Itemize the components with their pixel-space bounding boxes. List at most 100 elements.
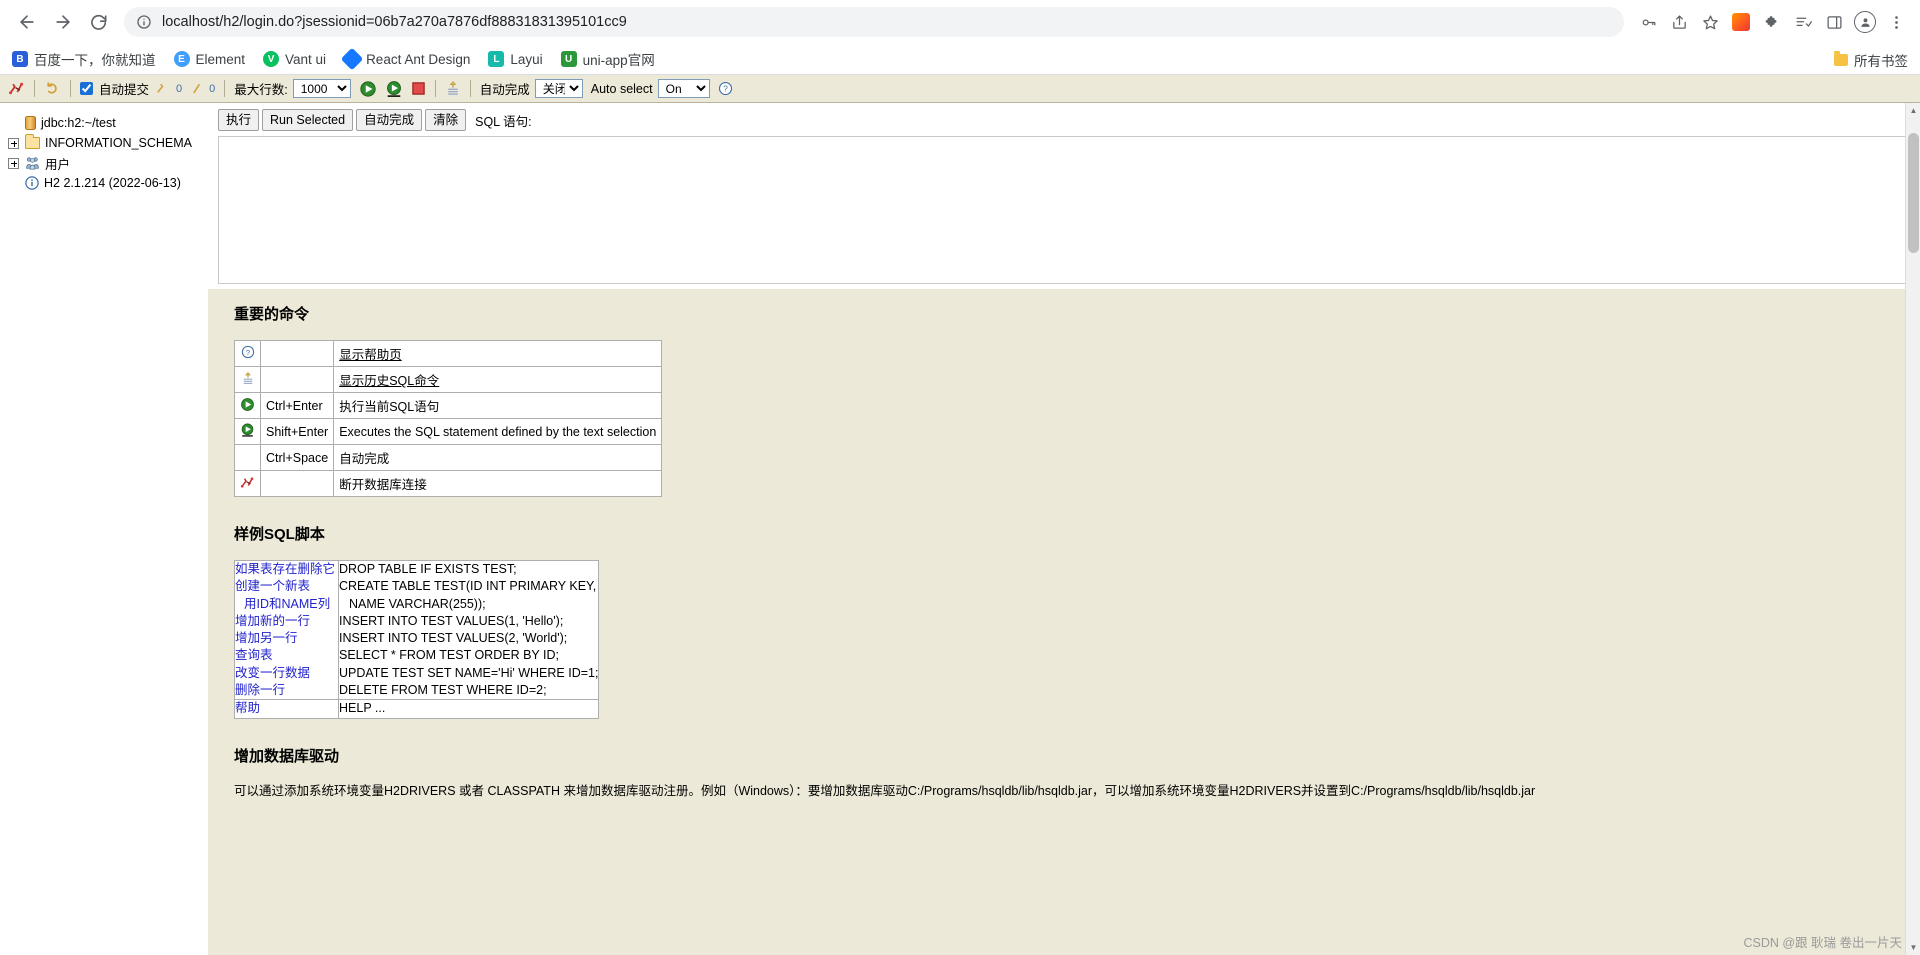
all-bookmarks-button[interactable]: 所有书签 [1834, 44, 1908, 75]
script-sql-line: DELETE FROM TEST WHERE ID=2; [339, 683, 547, 698]
command-desc-cell: Executes the SQL statement defined by th… [333, 418, 663, 445]
scroll-up-icon[interactable]: ▲ [1906, 103, 1920, 118]
rollback-button[interactable]: 0 [189, 81, 215, 97]
table-row: Ctrl+Space 自动完成 [234, 444, 663, 471]
bookmark-item[interactable]: U uni-app官网 [560, 49, 655, 69]
puzzle-icon[interactable] [1758, 8, 1786, 36]
autocommit-input[interactable] [80, 82, 93, 95]
script-comment: 增加另一行 [235, 631, 298, 646]
script-sql-cell[interactable]: DROP TABLE IF EXISTS TEST; CREATE TABLE … [337, 559, 600, 701]
expand-icon[interactable] [8, 137, 19, 149]
autocomplete-select[interactable]: 关闭 [534, 79, 583, 98]
side-panel-icon[interactable] [1820, 8, 1848, 36]
url-text: localhost/h2/login.do?jsessionid=06b7a27… [162, 14, 627, 30]
sql-input[interactable] [218, 136, 1910, 285]
share-icon[interactable] [1665, 8, 1693, 36]
run-selected-button[interactable]: Run Selected [262, 109, 354, 132]
toolbar-separator [469, 80, 471, 97]
commit-badge: 0 [176, 82, 183, 95]
star-icon[interactable] [1696, 8, 1724, 36]
script-sql-cell[interactable]: HELP ... [337, 699, 600, 719]
address-bar[interactable]: localhost/h2/login.do?jsessionid=06b7a27… [124, 7, 1624, 37]
command-icon-cell [234, 392, 261, 419]
auto-select-select[interactable]: On [657, 79, 710, 98]
firefox-extension-icon[interactable] [1727, 8, 1755, 36]
run-icon[interactable] [240, 397, 255, 415]
autocommit-checkbox[interactable]: 自动提交 [80, 79, 149, 98]
bookmark-item[interactable]: React Ant Design [340, 47, 470, 71]
chrome-action-icons [1634, 8, 1910, 36]
command-key-cell: Ctrl+Enter [259, 392, 335, 419]
bookmark-label: Element [195, 51, 246, 67]
commit-button[interactable]: 0 [156, 81, 182, 97]
run-selected-button-toolbar[interactable] [385, 80, 403, 98]
autocomplete-label: 自动完成 [479, 83, 530, 97]
help-icon[interactable]: ? [241, 345, 255, 362]
run-button-toolbar[interactable] [359, 80, 377, 98]
bookmark-item[interactable]: E Element [173, 51, 246, 67]
help-button[interactable]: ? [718, 81, 733, 96]
command-icon-cell [234, 366, 261, 393]
antd-icon [340, 47, 364, 71]
sql-editor-pane: 执行 Run Selected 自动完成 清除 SQL 语句: 重要的命令 ? [208, 103, 1920, 955]
expand-icon[interactable] [8, 157, 19, 169]
script-sql-line: INSERT INTO TEST VALUES(1, 'Hello'); [339, 613, 564, 628]
script-sql-line: HELP ... [339, 701, 386, 716]
run-selected-icon[interactable] [240, 423, 255, 441]
table-row: ? 显示帮助页 [234, 340, 663, 367]
script-comment: 删除一行 [235, 683, 286, 698]
disconnect-button[interactable] [8, 80, 25, 97]
key-icon[interactable] [1634, 8, 1662, 36]
script-heading: 样例SQL脚本 [234, 526, 325, 543]
tree-item-information-schema[interactable]: INFORMATION_SCHEMA [8, 133, 207, 153]
sql-statement-label: SQL 语句: [475, 114, 532, 129]
reading-list-icon[interactable] [1789, 8, 1817, 36]
script-sql-line: INSERT INTO TEST VALUES(2, 'World'); [339, 631, 568, 646]
bookmark-item[interactable]: B 百度一下，你就知道 [12, 49, 156, 69]
history-button[interactable] [445, 80, 461, 97]
forward-button[interactable] [46, 5, 80, 39]
tree-item-connection[interactable]: jdbc:h2:~/test [8, 113, 207, 133]
command-desc-cell: 执行当前SQL语句 [333, 392, 663, 419]
bookmark-label: uni-app官网 [582, 53, 655, 68]
scrollbar-thumb[interactable] [1908, 133, 1919, 253]
profile-avatar-icon[interactable] [1851, 8, 1879, 36]
tree-item-label: H2 2.1.214 (2022-06-13) [44, 176, 181, 190]
refresh-button[interactable] [44, 80, 61, 97]
disconnect-icon [8, 80, 25, 97]
scroll-down-icon[interactable]: ▼ [1906, 940, 1920, 955]
script-sql-line: UPDATE TEST SET NAME='Hi' WHERE ID=1; [339, 665, 599, 680]
script-comment-cell: 帮助 [234, 699, 339, 719]
commands-table: ? 显示帮助页 显示历史SQL命令 Ctrl+Enter 执行当前SQL语句 S… [234, 340, 663, 497]
tree-item-users[interactable]: 用户 [8, 153, 207, 173]
stop-button[interactable] [411, 81, 426, 96]
tree-item-label: 用户 [45, 157, 71, 172]
toolbar-separator [34, 80, 35, 97]
tree-item-label: INFORMATION_SCHEMA [45, 136, 192, 150]
toolbar-separator [70, 80, 71, 97]
max-rows-select[interactable]: 1000 [292, 79, 351, 98]
clear-button[interactable]: 清除 [425, 109, 467, 132]
bookmarks-bar: B 百度一下，你就知道 E Element V Vant ui React An… [0, 44, 1920, 75]
stop-icon [411, 81, 426, 96]
script-comment: 创建一个新表 [235, 579, 311, 594]
command-icon-cell [234, 418, 261, 445]
layui-icon: L [488, 51, 505, 67]
history-icon[interactable] [241, 371, 255, 389]
page-scrollbar[interactable]: ▲ ▼ [1905, 103, 1920, 955]
autocomplete-button[interactable]: 自动完成 [356, 109, 423, 132]
run-button[interactable]: 执行 [218, 109, 260, 132]
disconnect-icon[interactable] [240, 476, 255, 493]
three-dot-menu-icon[interactable] [1882, 8, 1910, 36]
script-comment: 如果表存在删除它 [235, 562, 336, 576]
site-info-icon[interactable] [136, 14, 152, 30]
svg-text:?: ? [723, 85, 728, 94]
command-desc-cell: 显示帮助页 [333, 340, 663, 367]
vant-icon: V [263, 51, 280, 67]
bookmark-item[interactable]: V Vant ui [263, 51, 326, 67]
all-bookmarks-label: 所有书签 [1854, 53, 1908, 69]
tree-item-version[interactable]: H2 2.1.214 (2022-06-13) [8, 173, 207, 193]
back-button[interactable] [10, 5, 44, 39]
bookmark-item[interactable]: L Layui [488, 51, 543, 67]
reload-button[interactable] [82, 5, 116, 39]
